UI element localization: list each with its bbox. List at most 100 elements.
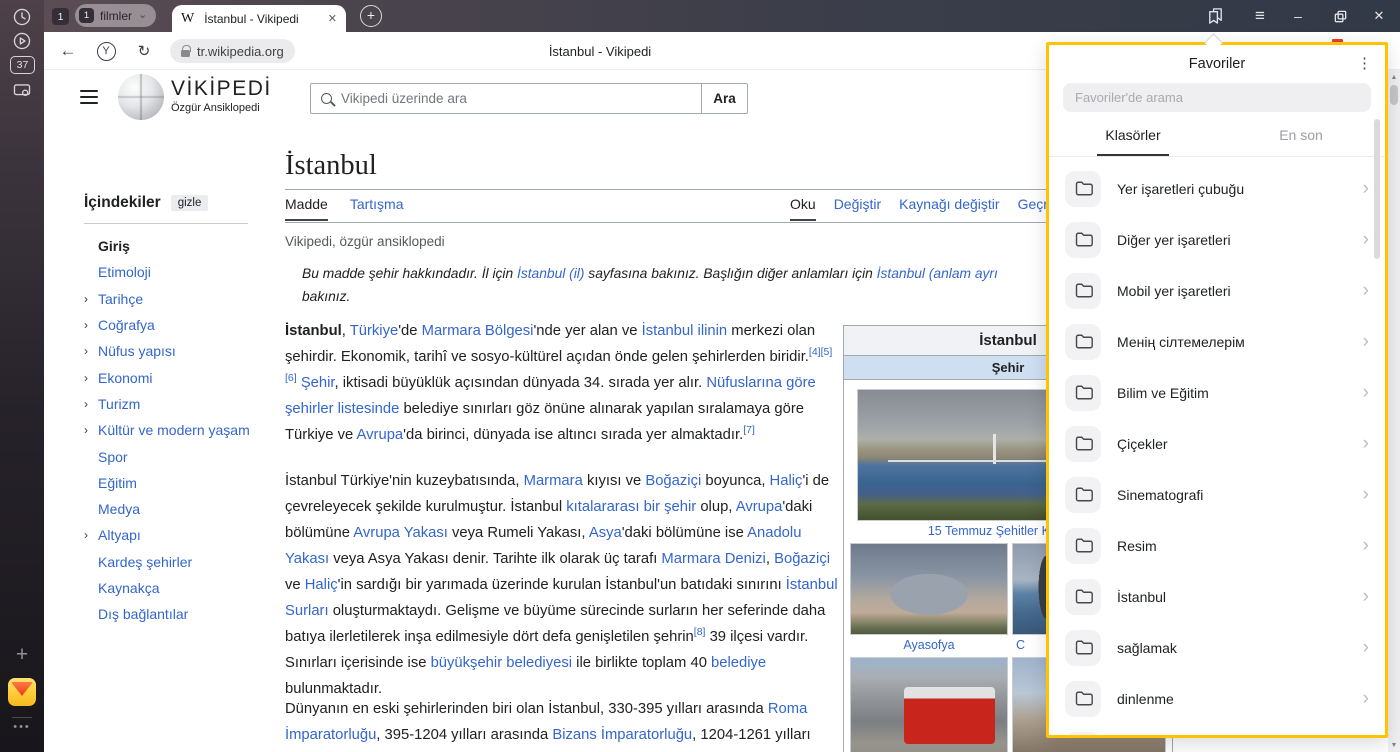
wiki-link[interactable]: Marmara Denizi bbox=[661, 551, 765, 567]
close-tab-icon[interactable]: ✕ bbox=[328, 12, 337, 25]
panel-scrollbar-thumb[interactable] bbox=[1374, 119, 1380, 259]
wiki-link[interactable]: [7] bbox=[743, 424, 755, 436]
scroll-up-icon[interactable]: ▲ bbox=[1388, 74, 1400, 81]
address-chip[interactable]: tr.wikipedia.org bbox=[170, 39, 295, 63]
refresh-icon[interactable]: ↻ bbox=[132, 32, 156, 70]
toc-item[interactable]: Eğitim bbox=[84, 470, 270, 496]
toc-item[interactable]: Dış bağlantılar bbox=[84, 601, 270, 627]
tab-counter-badge[interactable]: 37 bbox=[10, 56, 35, 74]
toc-expand-icon[interactable]: › bbox=[84, 423, 98, 437]
view-tab[interactable]: Değiştir bbox=[834, 196, 881, 221]
wiki-link[interactable]: Şehir bbox=[301, 375, 335, 391]
folder-item[interactable]: İstanbul› bbox=[1049, 571, 1385, 622]
view-tab[interactable]: Kaynağı değiştir bbox=[899, 196, 999, 221]
toc-expand-icon[interactable]: › bbox=[84, 397, 98, 411]
toc-expand-icon[interactable]: › bbox=[84, 344, 98, 358]
bookmarks-panel-icon[interactable] bbox=[1203, 0, 1227, 32]
favorites-search-input[interactable]: Favoriler'de arama bbox=[1063, 83, 1371, 112]
scroll-down-icon[interactable]: ▼ bbox=[1388, 742, 1400, 749]
tab-group-chip[interactable]: 1 filmler ⌄ bbox=[75, 4, 156, 27]
kebab-menu-icon[interactable]: ⋮ bbox=[1357, 54, 1372, 72]
yandex-mail-icon[interactable] bbox=[8, 678, 36, 706]
folder-item[interactable]: Sinematografi› bbox=[1049, 469, 1385, 520]
yandex-services-icon[interactable]: Y bbox=[94, 32, 118, 70]
toc-item[interactable]: ›Nüfus yapısı bbox=[84, 338, 270, 364]
wiki-link[interactable]: kıtalararası bir şehir bbox=[566, 499, 696, 515]
wiki-link[interactable]: Marmara Bölgesi bbox=[422, 323, 534, 339]
folder-item[interactable]: dinlenme› bbox=[1049, 673, 1385, 724]
toc-expand-icon[interactable]: › bbox=[84, 292, 98, 306]
wiki-link[interactable]: büyükşehir belediyesi bbox=[431, 655, 572, 671]
tab-count-badge[interactable]: 1 bbox=[52, 8, 69, 25]
toc-item[interactable]: Etimoloji bbox=[84, 259, 270, 285]
screen-capture-icon[interactable] bbox=[10, 78, 34, 102]
wikipedia-logo-globe[interactable] bbox=[118, 74, 164, 120]
toc-item[interactable]: Kardeş şehirler bbox=[84, 549, 270, 575]
toc-expand-icon[interactable]: › bbox=[84, 371, 98, 385]
wiki-link[interactable]: Marmara bbox=[524, 473, 583, 489]
wiki-link[interactable]: Avrupa bbox=[357, 427, 404, 443]
wiki-link[interactable]: İstanbul ilinin bbox=[642, 323, 728, 339]
wiki-link[interactable]: [8] bbox=[694, 626, 706, 638]
wiki-link[interactable]: Bizans İmparatorluğu bbox=[552, 727, 692, 743]
minimize-window-icon[interactable]: – bbox=[1286, 0, 1310, 32]
namespace-tab[interactable]: Madde bbox=[285, 196, 328, 221]
favorites-tab[interactable]: En son bbox=[1217, 114, 1385, 156]
close-window-icon[interactable]: ✕ bbox=[1367, 0, 1391, 32]
toc-item[interactable]: Kaynakça bbox=[84, 575, 270, 601]
folder-item[interactable]: Mobil yer işaretleri› bbox=[1049, 265, 1385, 316]
toc-item[interactable]: ›Kültür ve modern yaşam bbox=[84, 417, 270, 443]
folder-item[interactable]: Менің сілтемелерім› bbox=[1049, 316, 1385, 367]
wiki-link[interactable]: Haliç bbox=[305, 577, 338, 593]
folder-item[interactable]: Çiçekler› bbox=[1049, 418, 1385, 469]
toc-expand-icon[interactable]: › bbox=[84, 318, 98, 332]
wiki-link[interactable]: Asya bbox=[589, 525, 622, 541]
folder-item[interactable]: Diğer yer işaretleri› bbox=[1049, 214, 1385, 265]
toc-item[interactable]: ›Coğrafya bbox=[84, 312, 270, 338]
wiki-link[interactable]: Haliç bbox=[770, 473, 803, 489]
add-panel-icon[interactable]: + bbox=[0, 643, 44, 667]
search-button[interactable]: Ara bbox=[702, 83, 748, 114]
namespace-tab[interactable]: Tartışma bbox=[350, 196, 404, 221]
menu-icon[interactable]: ≡ bbox=[1248, 0, 1272, 32]
toc-item[interactable]: ›Ekonomi bbox=[84, 364, 270, 390]
folder-item[interactable]: Resim› bbox=[1049, 520, 1385, 571]
wiki-link[interactable]: İstanbul (il) bbox=[517, 266, 584, 281]
toc-item[interactable]: Medya bbox=[84, 496, 270, 522]
wiki-link[interactable]: Boğaziçi bbox=[645, 473, 701, 489]
back-icon[interactable]: ← bbox=[56, 32, 80, 70]
wiki-link[interactable]: Boğaziçi bbox=[774, 551, 830, 567]
wiki-search-input[interactable]: Vikipedi üzerinde ara bbox=[310, 83, 702, 114]
folder-item[interactable]: Bilim ve Eğitim› bbox=[1049, 367, 1385, 418]
photo-caption[interactable]: Ayasofya bbox=[850, 638, 1008, 652]
new-tab-button[interactable]: + bbox=[360, 5, 382, 27]
wiki-link[interactable]: İstanbul (anlam ayrı bbox=[877, 266, 998, 281]
folder-item-partial[interactable] bbox=[1049, 724, 1385, 735]
toc-item[interactable]: Giriş bbox=[84, 233, 270, 259]
restore-window-icon[interactable] bbox=[1328, 0, 1352, 32]
wiki-link[interactable]: Avrupa bbox=[736, 499, 783, 515]
view-tab[interactable]: Oku bbox=[790, 196, 816, 221]
hamburger-menu-icon[interactable] bbox=[80, 90, 98, 104]
active-tab[interactable]: W İstanbul - Vikipedi ✕ bbox=[172, 5, 346, 32]
toc-hide-button[interactable]: gizle bbox=[171, 195, 209, 211]
history-icon[interactable] bbox=[10, 5, 34, 29]
video-player-icon[interactable] bbox=[10, 29, 34, 53]
folder-item[interactable]: sağlamak› bbox=[1049, 622, 1385, 673]
ayasofya-photo[interactable] bbox=[850, 543, 1008, 635]
omnibox-page-title[interactable]: İstanbul - Vikipedi bbox=[500, 32, 700, 70]
tram-photo[interactable] bbox=[850, 657, 1008, 752]
wiki-link[interactable]: Türkiye bbox=[350, 323, 399, 339]
toc-item[interactable]: Spor bbox=[84, 443, 270, 469]
toc-item[interactable]: ›Altyapı bbox=[84, 522, 270, 548]
favorites-tab[interactable]: Klasörler bbox=[1049, 114, 1217, 156]
toc-item[interactable]: ›Turizm bbox=[84, 391, 270, 417]
scrollbar-thumb[interactable] bbox=[1390, 85, 1398, 105]
folder-item[interactable]: Yer işaretleri çubuğu› bbox=[1049, 163, 1385, 214]
page-scrollbar[interactable]: ▲ ▼ bbox=[1388, 70, 1400, 752]
toc-expand-icon[interactable]: › bbox=[84, 528, 98, 542]
wiki-link[interactable]: Avrupa Yakası bbox=[353, 525, 448, 541]
wiki-link[interactable]: belediye bbox=[711, 655, 766, 671]
wikipedia-wordmark[interactable]: VİKİPEDİ Özgür Ansiklopedi bbox=[171, 77, 272, 114]
toc-item[interactable]: ›Tarihçe bbox=[84, 286, 270, 312]
